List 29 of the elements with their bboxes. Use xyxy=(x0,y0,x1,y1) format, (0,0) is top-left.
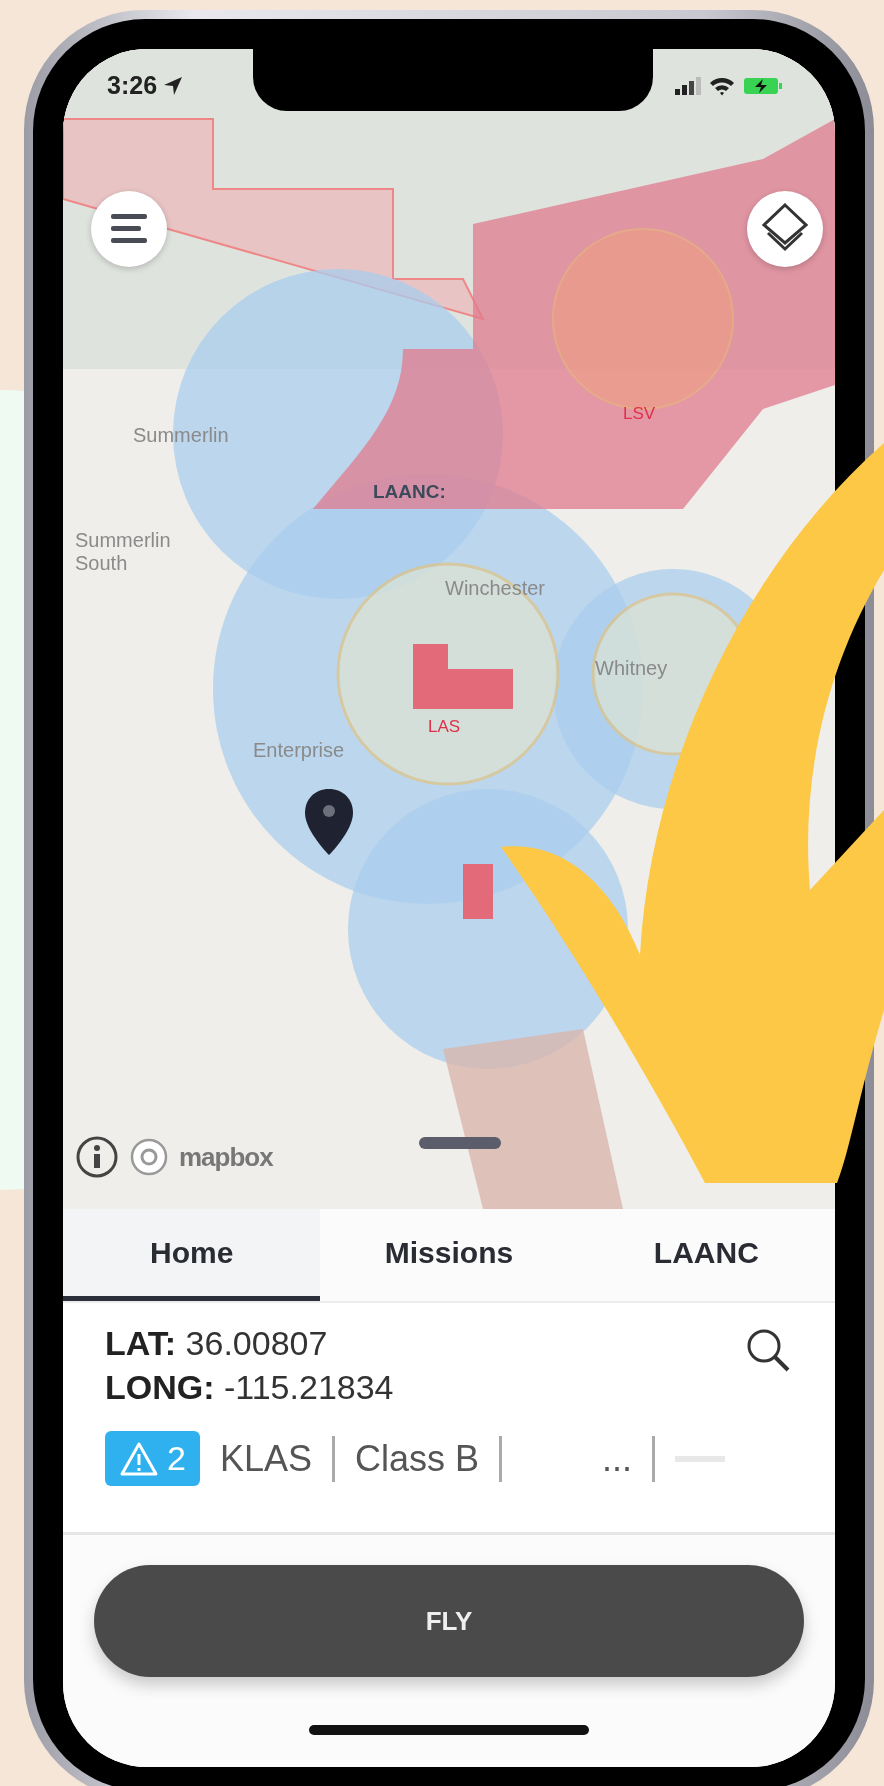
fly-button[interactable]: FLY xyxy=(94,1565,804,1677)
search-icon[interactable] xyxy=(745,1327,791,1373)
longitude-text: LONG: -115.21834 xyxy=(105,1367,394,1408)
location-pin-icon[interactable] xyxy=(303,787,355,857)
location-arrow-icon xyxy=(163,75,184,96)
airspace-info-text: KLAS xyxy=(219,1437,312,1480)
mapbox-logo: mapbox xyxy=(179,1141,273,1173)
wifi-icon xyxy=(709,75,735,96)
airport-label: LSV xyxy=(623,404,656,424)
tab[interactable]: Missions xyxy=(320,1209,578,1301)
warning-icon xyxy=(119,1440,159,1477)
map-label: Summerlin South xyxy=(75,529,172,575)
signal-icon xyxy=(675,76,701,95)
drag-handle[interactable] xyxy=(419,1137,501,1149)
map-label: Winchester xyxy=(445,577,546,600)
airspace-info-text: Class B xyxy=(355,1437,479,1480)
info-icon[interactable] xyxy=(75,1135,119,1179)
map-label: Summerlin xyxy=(133,424,229,447)
mapbox-logo-icon xyxy=(129,1137,169,1177)
menu-icon xyxy=(109,212,149,246)
map-label: Enterprise xyxy=(253,739,345,762)
map-label: Whitney xyxy=(595,657,668,680)
airspace-info-text: ... xyxy=(602,1437,633,1480)
map-label: LAANC: xyxy=(373,481,446,503)
tab[interactable]: LAANC xyxy=(577,1209,835,1301)
airport-label: LAS xyxy=(428,717,461,737)
status-time: 3:26 xyxy=(107,71,158,100)
tab[interactable]: Home xyxy=(63,1209,321,1301)
latitude-text: LAT: 36.00807 xyxy=(105,1323,329,1364)
